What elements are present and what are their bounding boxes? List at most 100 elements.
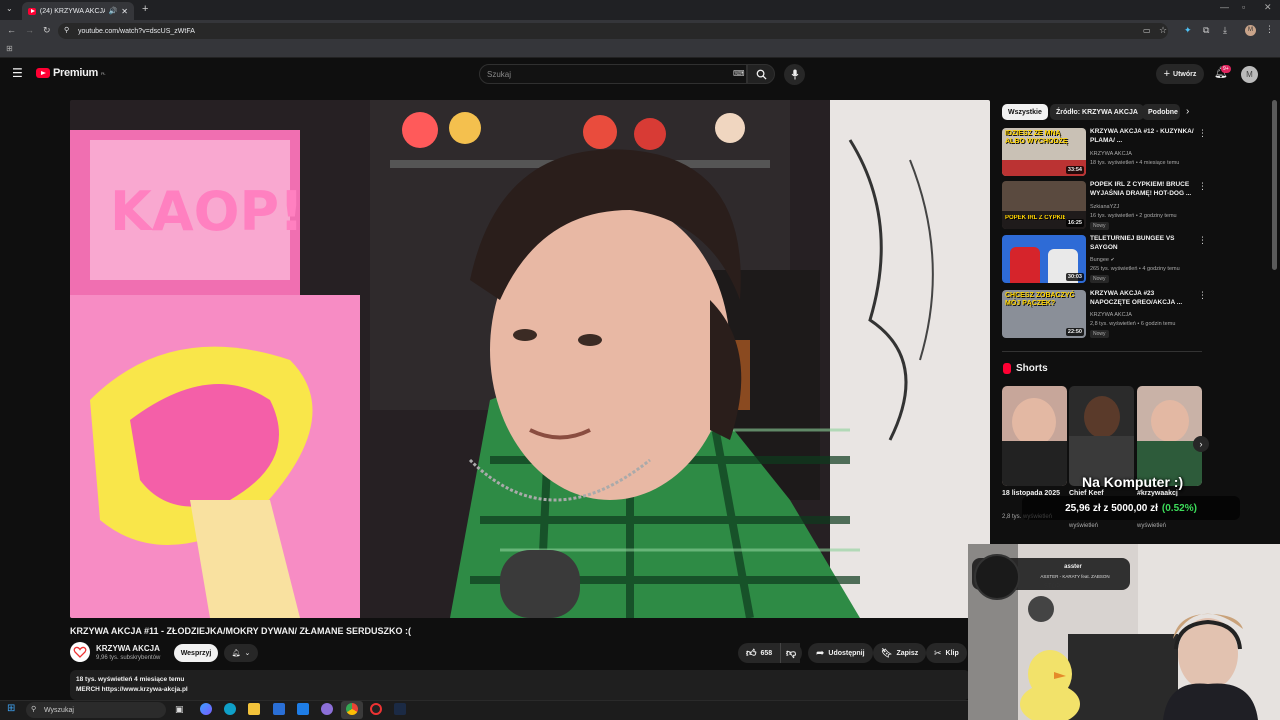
subscription-notifications-button[interactable]: 🔔︎ ⌄ bbox=[224, 644, 258, 662]
recommendation-meta: 2,8 tys. wyświetleń • 6 godzin temu bbox=[1090, 321, 1176, 327]
file-explorer-icon[interactable] bbox=[248, 703, 260, 715]
reload-icon[interactable]: ↻ bbox=[43, 25, 51, 36]
save-bookmark-icon: 🔖︎ bbox=[881, 647, 893, 658]
shorts-header: Shorts bbox=[1003, 363, 1048, 374]
save-button[interactable]: 🔖︎ Zapisz bbox=[873, 643, 927, 663]
recommendation-title: POPEK IRL Z CYPKIEM! BRUCE WYJAŚNIA DRAM… bbox=[1090, 181, 1192, 197]
more-options-icon[interactable]: ⋮ bbox=[1198, 290, 1207, 301]
youtube-premium-logo[interactable]: Premium PL bbox=[36, 67, 106, 79]
like-count: 658 bbox=[760, 649, 773, 657]
maximize-icon[interactable]: ▫ bbox=[1242, 2, 1245, 12]
chip-related[interactable]: Podobne bbox=[1142, 104, 1180, 120]
channel-name[interactable]: KRZYWA AKCJA bbox=[96, 644, 160, 653]
chrome-icon[interactable] bbox=[346, 703, 358, 715]
more-options-icon[interactable]: ⋮ bbox=[1198, 181, 1207, 192]
chip-all[interactable]: Wszystkie bbox=[1002, 104, 1048, 120]
copilot-icon[interactable] bbox=[200, 703, 212, 715]
obs-icon[interactable] bbox=[370, 703, 382, 715]
search-button[interactable] bbox=[747, 64, 775, 84]
window-close-icon[interactable]: ✕ bbox=[1264, 2, 1272, 13]
support-button[interactable]: Wesprzyj bbox=[174, 644, 218, 662]
new-tab-button[interactable]: + bbox=[142, 3, 148, 15]
tab-list-chevron-icon[interactable]: ⌄ bbox=[6, 4, 13, 13]
extension-icon[interactable]: ✦ bbox=[1184, 25, 1192, 36]
task-view-icon[interactable]: ▣ bbox=[175, 704, 184, 715]
keyboard-icon[interactable]: ⌨ bbox=[733, 69, 745, 78]
browser-tab[interactable]: (24) KRZYWA AKCJA #11 - Z 🔊 ✕ bbox=[22, 2, 134, 20]
video-player[interactable]: KAOP! bbox=[70, 100, 990, 618]
search-input[interactable]: Szukaj ⌨ bbox=[479, 64, 747, 84]
browser-tab-strip: ⌄ bbox=[0, 0, 1280, 20]
recommendation-title: TELETURNIEJ BUNGEE VS SAYGON bbox=[1090, 235, 1175, 251]
back-icon[interactable]: ← bbox=[7, 25, 16, 35]
scrollbar[interactable] bbox=[1272, 100, 1277, 270]
edge-icon[interactable] bbox=[224, 703, 236, 715]
forward-icon[interactable]: → bbox=[25, 25, 34, 35]
short-item[interactable] bbox=[1069, 386, 1134, 486]
svg-text:KAOP!: KAOP! bbox=[110, 180, 304, 243]
recommendation-thumbnail[interactable]: 30:03 bbox=[1002, 235, 1086, 283]
address-bar[interactable]: ⚲ youtube.com/watch?v=dscUS_zWtFA bbox=[58, 23, 1168, 39]
chip-from-channel[interactable]: Źródło: KRZYWA AKCJA bbox=[1050, 104, 1144, 120]
verified-icon: ✔ bbox=[1110, 257, 1115, 263]
dislike-button[interactable]: 👎︎ bbox=[780, 643, 802, 663]
share-label: Udostępnij bbox=[828, 649, 865, 657]
account-avatar[interactable]: M bbox=[1241, 66, 1258, 83]
new-badge: Nowy bbox=[1090, 330, 1109, 338]
bookmarks-bar: ⊞ bbox=[0, 42, 1280, 58]
steam-icon[interactable] bbox=[394, 703, 406, 715]
recommendation-item[interactable]: CHCESZ ZOBACZYĆ MÓJ PĄCZEK? 22:50 KRZYWA… bbox=[1002, 290, 1207, 340]
apps-grid-icon[interactable]: ⊞ bbox=[6, 44, 13, 53]
recommendation-meta: 18 tys. wyświetleń • 4 miesiące temu bbox=[1090, 160, 1180, 166]
duration-badge: 33:54 bbox=[1065, 166, 1084, 174]
recommendation-channel: Bungee ✔ bbox=[1090, 257, 1115, 263]
short-item[interactable] bbox=[1002, 386, 1067, 486]
taskbar-search[interactable]: ⚲ Wyszukaj bbox=[26, 702, 166, 718]
channel-avatar[interactable] bbox=[70, 642, 90, 662]
downloads-icon[interactable]: ⤓ bbox=[1223, 25, 1227, 36]
site-info-icon[interactable]: ⚲ bbox=[64, 26, 69, 34]
windows-start-icon[interactable]: ⊞ bbox=[7, 703, 15, 714]
recommendation-thumbnail[interactable]: IDZIESZ ZE MNĄ ALBO WYCHODZĘ 33:54 bbox=[1002, 128, 1086, 176]
now-playing-artist: ASSTER - KARATY feat. ZABSON bbox=[1040, 574, 1110, 579]
hamburger-menu-icon[interactable]: ☰ bbox=[12, 66, 23, 80]
recommendation-channel: KRZYWA AKCJA bbox=[1090, 312, 1132, 318]
share-button[interactable]: ➦ Udostępnij bbox=[808, 643, 873, 663]
more-options-icon[interactable]: ⋮ bbox=[1198, 128, 1207, 139]
thumbnail-text: IDZIESZ ZE MNĄ ALBO WYCHODZĘ bbox=[1005, 130, 1068, 145]
chips-next-chevron-icon[interactable]: › bbox=[1186, 106, 1189, 117]
store-icon[interactable] bbox=[273, 703, 285, 715]
voice-search-button[interactable] bbox=[784, 64, 805, 85]
recommendation-thumbnail[interactable]: CHCESZ ZOBACZYĆ MÓJ PĄCZEK? 22:50 bbox=[1002, 290, 1086, 338]
search-icon bbox=[756, 69, 767, 80]
video-description[interactable]: 18 tys. wyświetleń 4 miesiące temu MERCH… bbox=[70, 670, 970, 700]
recommendation-channel: SzkianaYZJ bbox=[1090, 204, 1120, 210]
bookmark-star-icon[interactable]: ☆ bbox=[1159, 25, 1167, 36]
discord-icon[interactable] bbox=[321, 703, 333, 715]
clip-button[interactable]: ✂ Klip bbox=[926, 643, 967, 663]
create-button[interactable]: + Utwórz bbox=[1156, 64, 1204, 84]
media-control-button bbox=[1028, 596, 1054, 622]
profile-avatar[interactable]: M bbox=[1245, 25, 1256, 36]
close-tab-icon[interactable]: ✕ bbox=[121, 7, 128, 16]
donation-percent: (0.52%) bbox=[1161, 502, 1197, 514]
extensions-puzzle-icon[interactable]: ⧉ bbox=[1203, 25, 1209, 36]
recommendation-meta: 16 tys. wyświetleń • 2 godziny temu bbox=[1090, 213, 1177, 219]
duration-badge: 22:50 bbox=[1065, 328, 1084, 336]
cast-icon[interactable]: ▭ bbox=[1143, 26, 1151, 35]
youtube-logo-icon bbox=[36, 68, 50, 78]
recommendation-title: KRZYWA AKCJA #12 - KUZYNKA/ PLAMA/ ... bbox=[1090, 128, 1194, 144]
short-item[interactable] bbox=[1137, 386, 1202, 486]
recommendation-item[interactable]: IDZIESZ ZE MNĄ ALBO WYCHODZĘ 33:54 KRZYW… bbox=[1002, 128, 1207, 178]
donation-goal-title: Na Komputer :) bbox=[1082, 474, 1184, 490]
mail-icon[interactable] bbox=[297, 703, 309, 715]
chrome-menu-icon[interactable]: ⋮ bbox=[1265, 24, 1274, 35]
minimize-icon[interactable]: — bbox=[1220, 2, 1229, 12]
shorts-next-chevron-icon[interactable]: › bbox=[1193, 436, 1209, 452]
recommendation-item[interactable]: POPEK IRL Z CYPKIEM 16:25 POPEK IRL Z CY… bbox=[1002, 181, 1207, 231]
recommendation-thumbnail[interactable]: POPEK IRL Z CYPKIEM 16:25 bbox=[1002, 181, 1086, 229]
recommendation-item[interactable]: 30:03 TELETURNIEJ BUNGEE VS SAYGON Bunge… bbox=[1002, 235, 1207, 285]
more-options-icon[interactable]: ⋮ bbox=[1198, 235, 1207, 246]
heart-logo-icon bbox=[73, 646, 87, 658]
thumbs-down-icon: 👎︎ bbox=[786, 648, 797, 659]
